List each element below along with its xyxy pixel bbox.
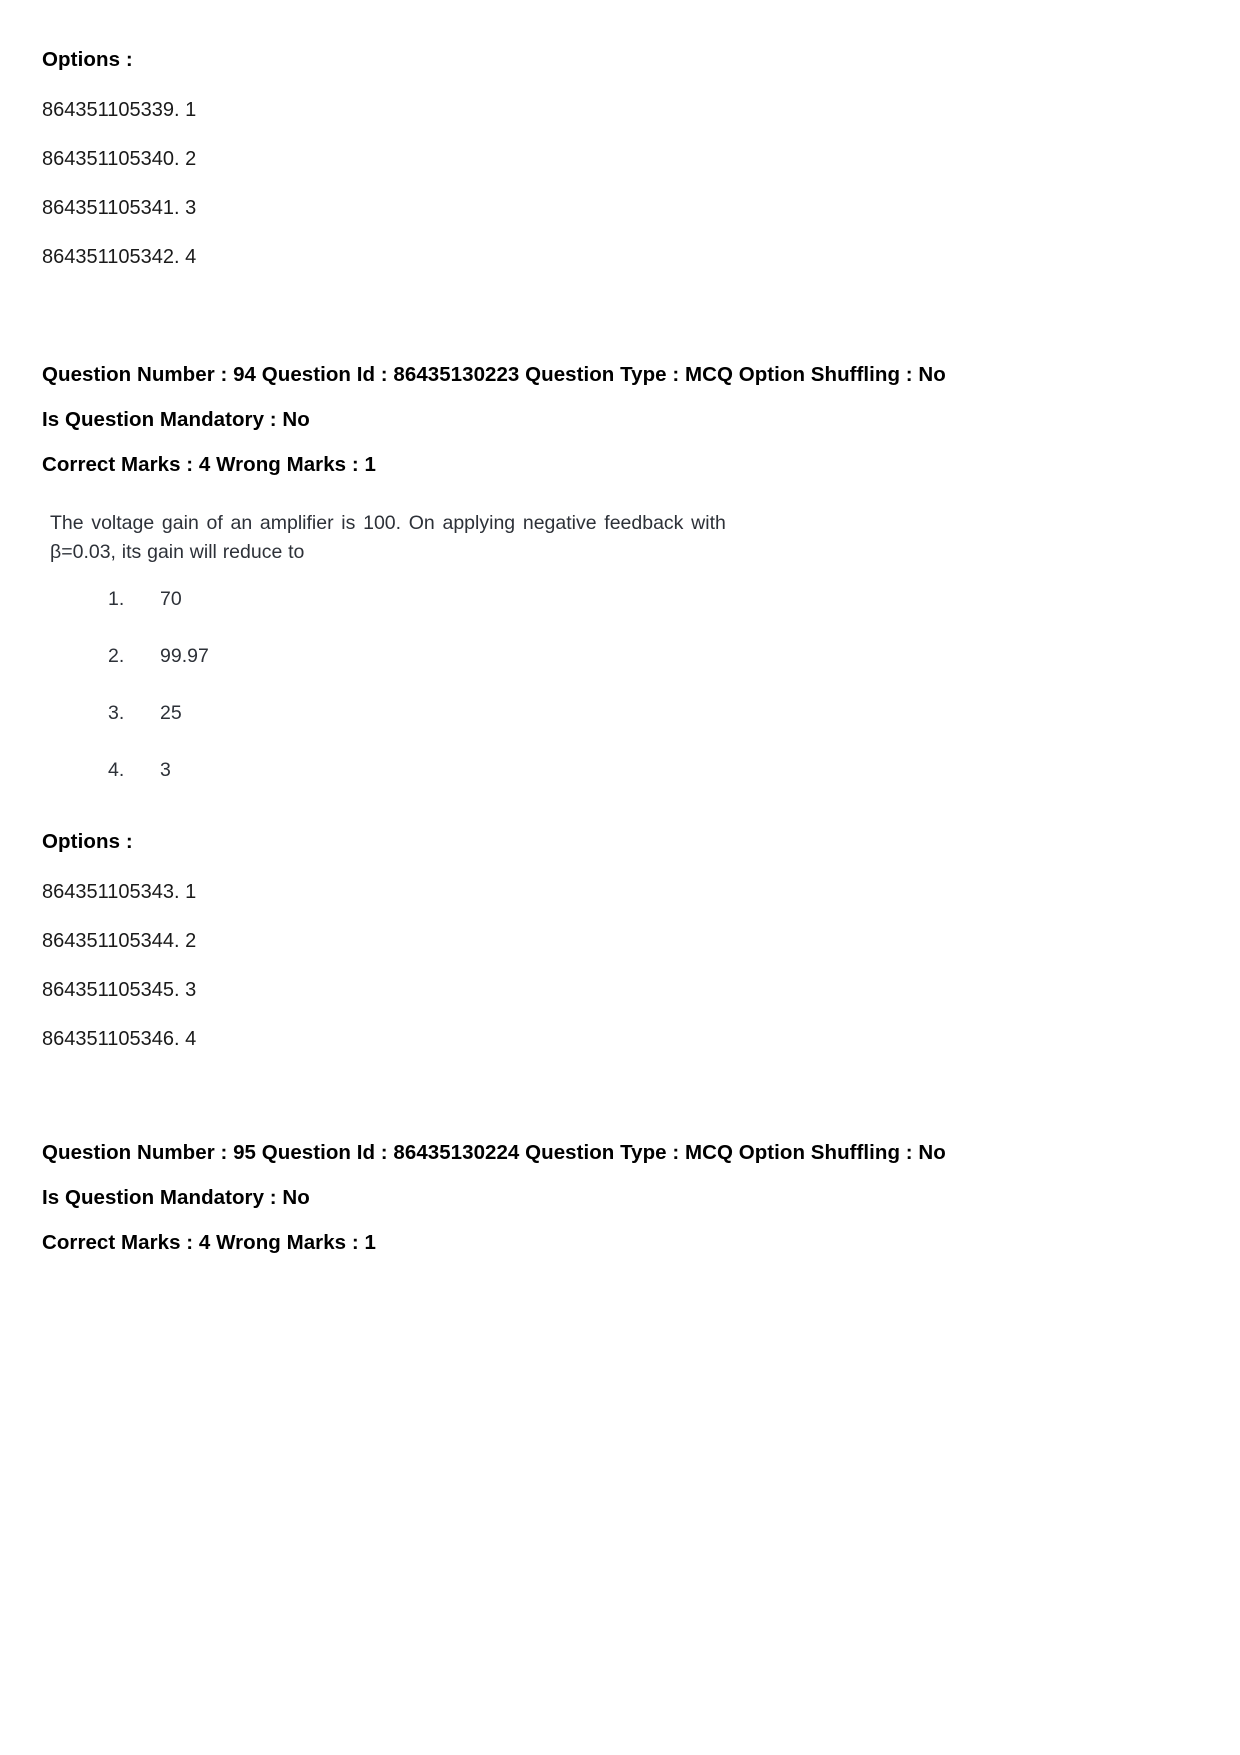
question-marks-line: Correct Marks : 4 Wrong Marks : 1 <box>42 453 376 476</box>
option-id-row: 864351105343. 1 <box>42 881 197 903</box>
options-section-previous: Options : 864351105339. 1 864351105340. … <box>42 36 1180 282</box>
option-id-row: 864351105339. 1 <box>42 99 197 121</box>
choice-number: 1. <box>108 588 125 610</box>
option-id-row: 864351105342. 4 <box>42 246 197 268</box>
option-id-list: 864351105339. 1 864351105340. 2 86435110… <box>42 86 1180 282</box>
question-block-95: Question Number : 95 Question Id : 86435… <box>42 1130 1180 1265</box>
choice-number: 4. <box>108 759 125 781</box>
question-choice: 4. 3 <box>108 759 1180 816</box>
question-block-94: Question Number : 94 Question Id : 86435… <box>42 352 1180 1064</box>
option-id-row: 864351105341. 3 <box>42 197 197 219</box>
question-choice-list: 1. 70 2. 99.97 3. 25 4. 3 <box>108 588 1180 816</box>
choice-number: 2. <box>108 645 125 667</box>
option-id-row: 864351105346. 4 <box>42 1028 197 1050</box>
question-stem: The voltage gain of an amplifier is 100.… <box>50 509 865 566</box>
question-meta-line-primary: Question Number : 95 Question Id : 86435… <box>42 1141 946 1164</box>
question-mandatory-line: Is Question Mandatory : No <box>42 408 310 431</box>
options-label: Options : <box>42 830 133 853</box>
option-id-row: 864351105344. 2 <box>42 930 197 952</box>
question-body-scan: The voltage gain of an amplifier is 100.… <box>50 509 1180 816</box>
choice-value: 25 <box>160 702 182 724</box>
options-label: Options : <box>42 48 133 71</box>
option-id-list: 864351105343. 1 864351105344. 2 86435110… <box>42 868 1180 1064</box>
question-choice: 2. 99.97 <box>108 645 1180 702</box>
question-meta-line-primary: Question Number : 94 Question Id : 86435… <box>42 363 946 386</box>
choice-value: 70 <box>160 588 182 610</box>
option-id-row: 864351105345. 3 <box>42 979 197 1001</box>
question-choice: 3. 25 <box>108 702 1180 759</box>
question-mandatory-line: Is Question Mandatory : No <box>42 1186 310 1209</box>
choice-number: 3. <box>108 702 125 724</box>
choice-value: 3 <box>160 759 171 781</box>
question-stem-line-1: The voltage gain of an amplifier is 100.… <box>50 512 726 534</box>
question-stem-line-2: β=0.03, its gain will reduce to <box>50 540 305 563</box>
question-paper-page: Options : 864351105339. 1 864351105340. … <box>0 0 1240 1755</box>
choice-value: 99.97 <box>160 645 209 667</box>
question-choice: 1. 70 <box>108 588 1180 645</box>
question-marks-line: Correct Marks : 4 Wrong Marks : 1 <box>42 1231 376 1254</box>
option-id-row: 864351105340. 2 <box>42 148 197 170</box>
